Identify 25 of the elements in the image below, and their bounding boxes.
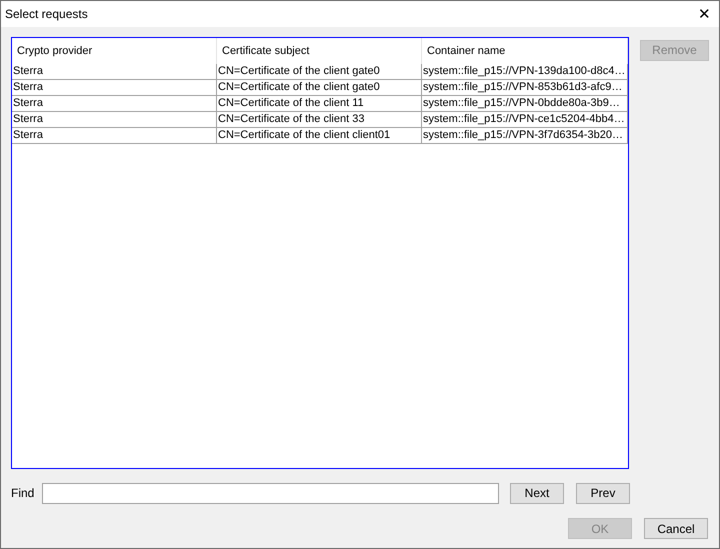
table-cell: Sterra: [12, 112, 217, 127]
table-cell: Sterra: [12, 80, 217, 95]
table-cell: Sterra: [12, 128, 217, 143]
table-cell: CN=Certificate of the client gate0: [217, 64, 422, 79]
column-header[interactable]: Certificate subject: [217, 38, 422, 64]
find-label: Find: [11, 485, 36, 502]
find-field[interactable]: [42, 482, 499, 504]
table-cell: CN=Certificate of the client 11: [217, 96, 422, 111]
table-cell: CN=Certificate of the client client01: [217, 128, 422, 143]
table-cell: Sterra: [12, 64, 217, 79]
column-header[interactable]: Container name: [422, 38, 628, 64]
table-cell: Sterra: [12, 96, 217, 111]
table-cell: system::file_p15://VPN-853b61d3-afc9…: [422, 80, 628, 95]
table-cell: CN=Certificate of the client 33: [217, 112, 422, 127]
table-cell: system::file_p15://VPN-3f7d6354-3b20…: [422, 128, 628, 143]
column-header[interactable]: Crypto provider: [12, 38, 217, 64]
window-title: Select requests: [5, 6, 88, 23]
table-cell: system::file_p15://VPN-139da100-d8c4…: [422, 64, 628, 79]
cancel-button[interactable]: Cancel: [644, 518, 708, 539]
close-button[interactable]: ✕: [698, 6, 711, 22]
next-button[interactable]: Next: [510, 482, 564, 504]
table-cell: CN=Certificate of the client gate0: [217, 80, 422, 95]
table-cell: system::file_p15://VPN-0bdde80a-3b9…: [422, 96, 628, 111]
prev-button[interactable]: Prev: [576, 482, 630, 504]
table-cell: system::file_p15://VPN-ce1c5204-4bb4…: [422, 112, 628, 127]
